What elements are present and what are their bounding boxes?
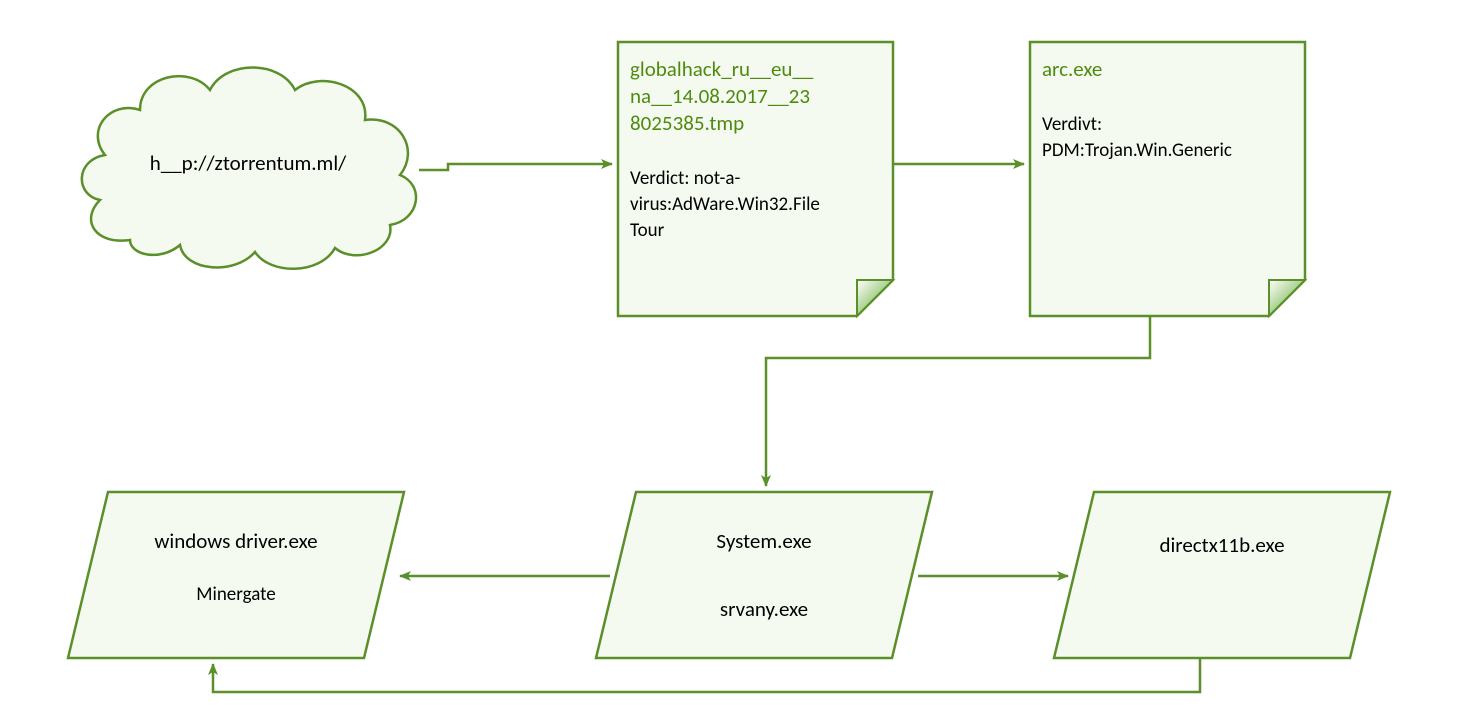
note1-title-line1: globalhack_ru__eu__ bbox=[630, 56, 814, 82]
para3-line1: directx11b.exe bbox=[1159, 532, 1284, 558]
arrow-para3-to-para1 bbox=[213, 658, 1200, 692]
note1-body-line1: Verdict: not-a- bbox=[630, 167, 740, 190]
diagram-canvas: h__p://ztorrentum.ml/ globalhack_ru__eu_… bbox=[0, 0, 1477, 724]
note2-body-line1: Verdivt: bbox=[1042, 113, 1102, 136]
para-directx: directx11b.exe bbox=[1054, 492, 1390, 658]
para2-line2: srvany.exe bbox=[720, 596, 808, 622]
note2-body-line2: PDM:Trojan.Win.Generic bbox=[1042, 139, 1232, 162]
cloud-label: h__p://ztorrentum.ml/ bbox=[150, 150, 347, 176]
note1-title-line3: 8025385.tmp bbox=[630, 110, 744, 136]
para2-line1: System.exe bbox=[716, 528, 811, 554]
note1-body-line3: Tour bbox=[630, 219, 665, 242]
cloud-node: h__p://ztorrentum.ml/ bbox=[82, 68, 416, 269]
para-system: System.exe srvany.exe bbox=[596, 492, 932, 658]
arrow-cloud-to-note1 bbox=[419, 164, 612, 170]
arrow-note2-to-para2 bbox=[766, 316, 1150, 486]
para-windows-driver: windows driver.exe Minergate bbox=[68, 492, 404, 658]
note1-body-line2: virus:AdWare.Win32.File bbox=[630, 193, 820, 216]
note-arc: arc.exe Verdivt: PDM:Trojan.Win.Generic bbox=[1030, 42, 1305, 316]
note2-title: arc.exe bbox=[1042, 56, 1102, 82]
para1-line2: Minergate bbox=[196, 583, 276, 606]
para1-line1: windows driver.exe bbox=[154, 528, 317, 554]
note-globalhack: globalhack_ru__eu__ na__14.08.2017__23 8… bbox=[618, 42, 893, 316]
note1-title-line2: na__14.08.2017__23 bbox=[630, 83, 810, 109]
